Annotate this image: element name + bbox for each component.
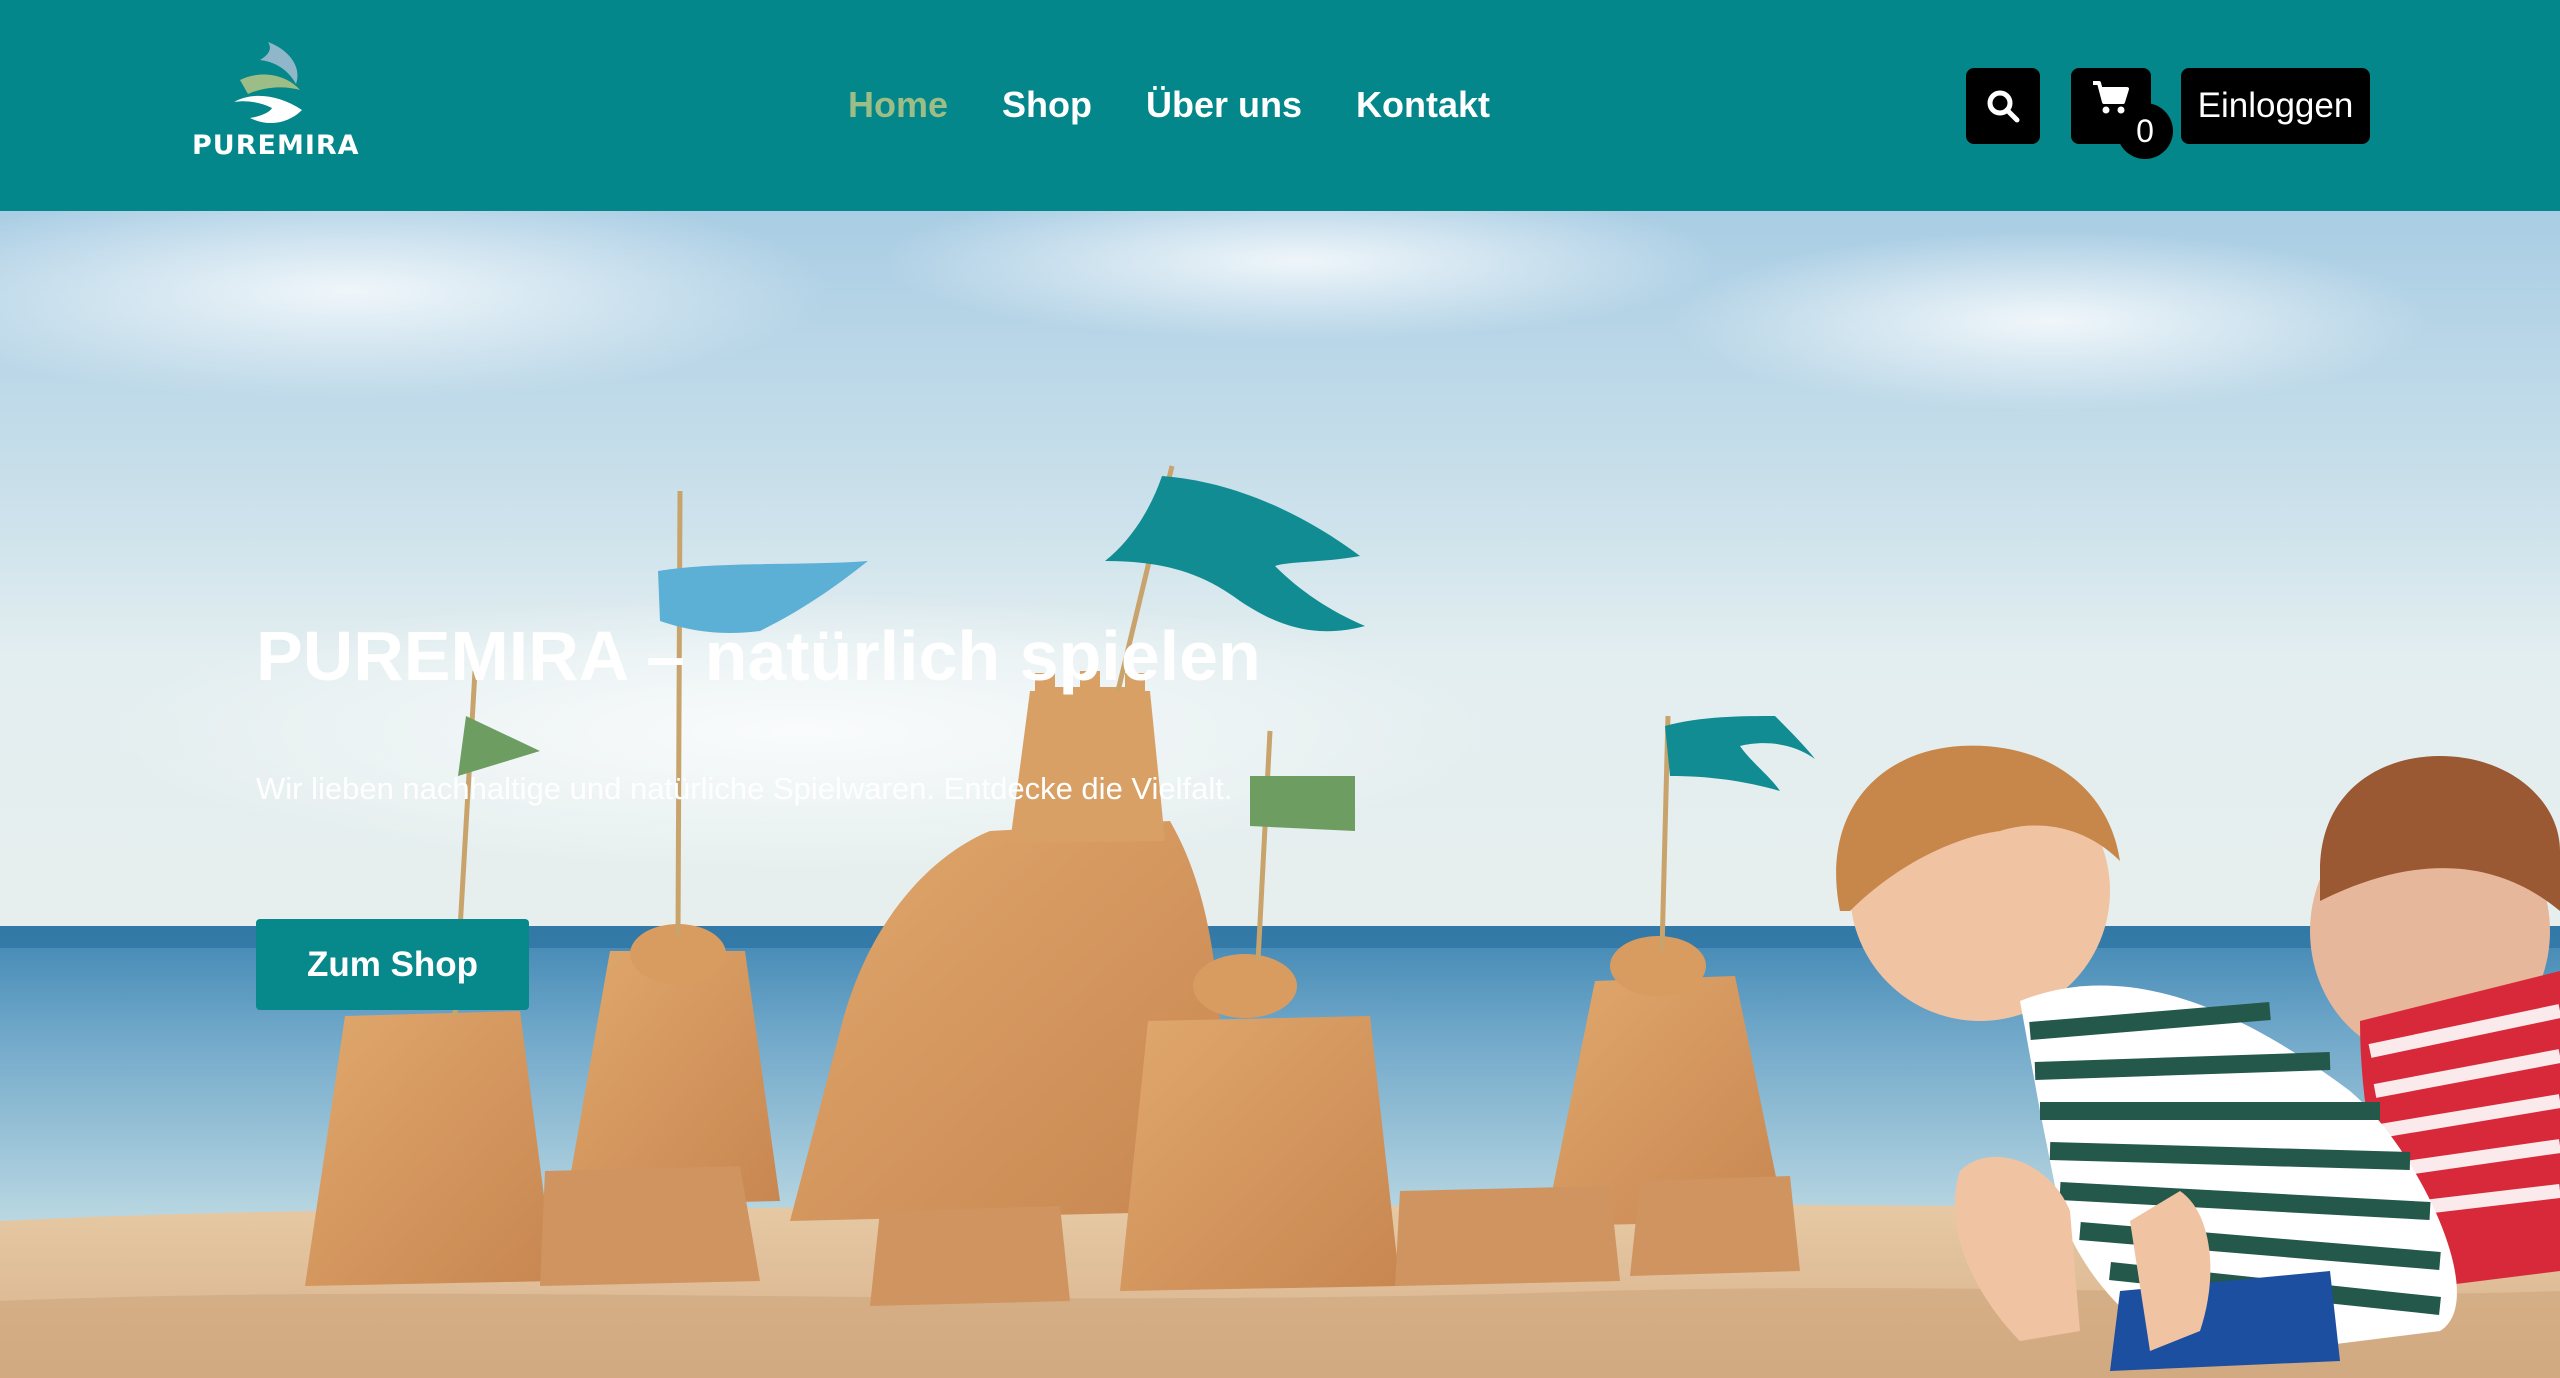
hero-title: PUREMIRA – natürlich spielen [256,617,1261,695]
search-icon [1987,90,2020,123]
nav-item-shop[interactable]: Shop [1002,84,1092,126]
page: PUREMIRA Home Shop Über uns Kontakt 0 Ei… [0,0,2560,1378]
hero-subtitle: Wir lieben nachhaltige und natürliche Sp… [256,771,1233,806]
search-button[interactable] [1966,68,2040,144]
main-nav: Home Shop Über uns Kontakt [848,80,1490,130]
leaf-logo-icon [234,42,302,124]
hero-section: PUREMIRA – natürlich spielen Wir lieben … [0,211,2560,1378]
shop-cta-button[interactable]: Zum Shop [256,919,529,1010]
nav-item-kontakt[interactable]: Kontakt [1356,84,1490,126]
brand-logo[interactable]: PUREMIRA [190,40,359,165]
brand-name: PUREMIRA [192,130,360,161]
cart-count-badge: 0 [2117,103,2173,159]
nav-item-ueber-uns[interactable]: Über uns [1146,84,1302,126]
nav-item-home[interactable]: Home [848,84,948,126]
site-header: PUREMIRA Home Shop Über uns Kontakt 0 Ei… [0,0,2560,211]
login-button[interactable]: Einloggen [2181,68,2370,144]
